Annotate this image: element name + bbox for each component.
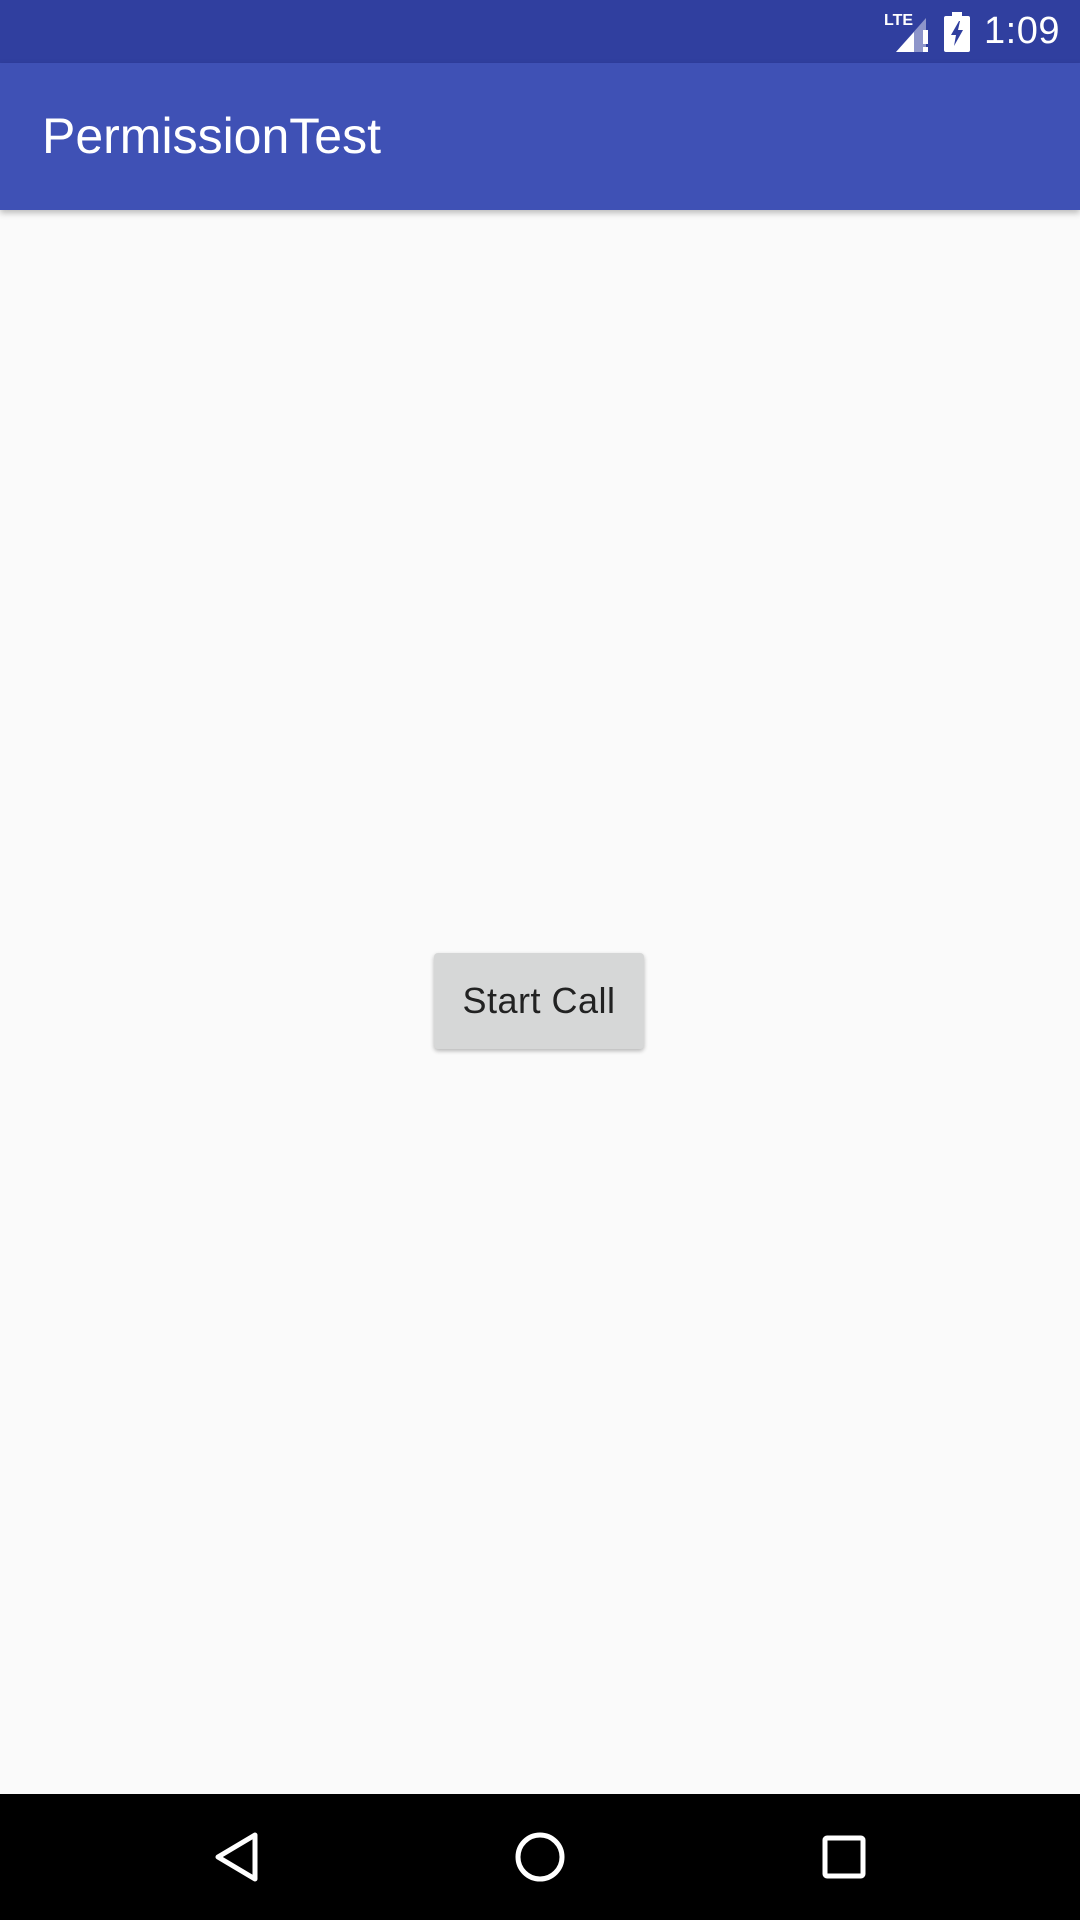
main-content: Start Call <box>0 210 1080 1794</box>
status-bar: LTE 1:09 <box>0 0 1080 63</box>
signal-alert-icon: LTE <box>884 12 930 52</box>
app-bar: PermissionTest <box>0 63 1080 210</box>
signal-strength-icon <box>896 17 929 52</box>
app-title: PermissionTest <box>42 108 381 164</box>
back-button[interactable] <box>167 1794 307 1920</box>
recents-button[interactable] <box>774 1794 914 1920</box>
status-clock: 1:09 <box>984 10 1060 52</box>
home-button[interactable] <box>470 1794 610 1920</box>
start-call-button[interactable]: Start Call <box>434 953 644 1049</box>
back-icon <box>215 1832 258 1882</box>
status-icons: LTE 1:09 <box>884 0 1060 63</box>
home-icon <box>515 1832 565 1882</box>
navigation-bar <box>0 1794 1080 1920</box>
screen: LTE 1:09 PermissionTest Start Call <box>0 0 1080 1920</box>
recents-icon <box>822 1835 866 1879</box>
battery-charging-icon <box>944 11 971 52</box>
